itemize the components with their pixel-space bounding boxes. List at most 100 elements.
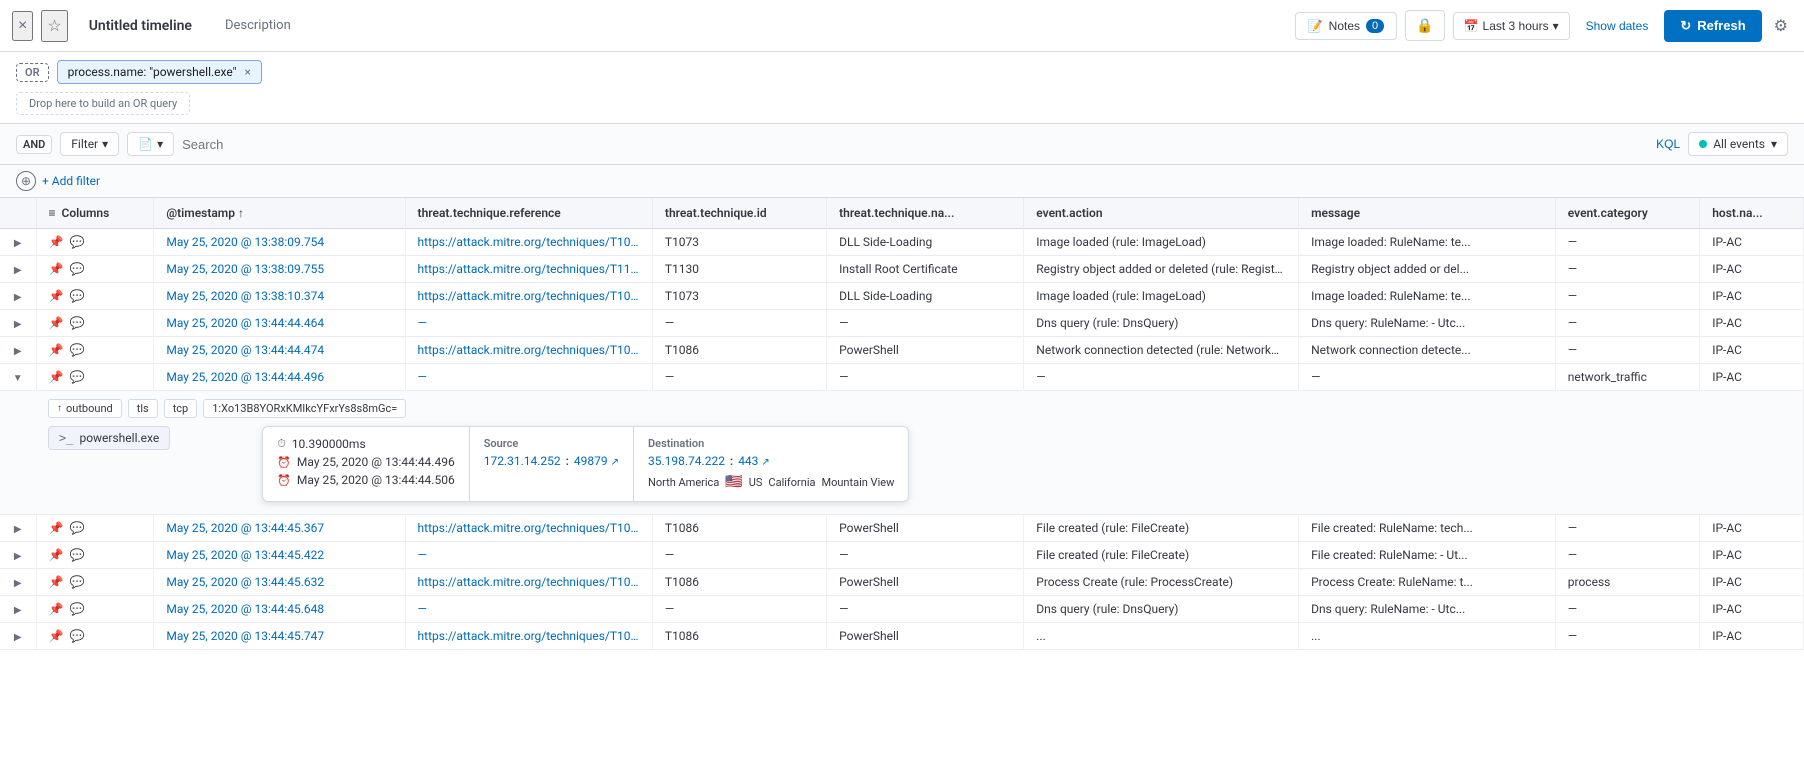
row-expand-button[interactable]: ▶ (14, 551, 22, 562)
table-container: ≡ Columns @timestamp ↑ threat.technique.… (0, 198, 1804, 758)
cell-host: IP-AC (1700, 364, 1804, 391)
col-event-cat[interactable]: event.category (1555, 198, 1699, 229)
row-expand-button[interactable]: ▶ (14, 578, 22, 589)
row-expand-button[interactable]: ▶ (14, 292, 22, 303)
row-comment-button[interactable]: 💬 (69, 629, 84, 643)
col-host[interactable]: host.na... (1700, 198, 1804, 229)
time2-value: May 25, 2020 @ 13:44:44.506 (297, 473, 455, 487)
cell-threat-name: PowerShell (827, 515, 1024, 542)
close-button[interactable]: × (12, 11, 33, 41)
search-input[interactable] (182, 137, 1648, 152)
cell-event-cat: — (1555, 229, 1699, 256)
notes-button[interactable]: 📝 Notes 0 (1295, 12, 1397, 40)
tag-row: ↑ outbound tls tcp 1:Xo13B8YORxKMIkcYFxr… (48, 399, 1791, 418)
cell-event-action: Network connection detected (rule: Netwo… (1024, 337, 1299, 364)
row-expand-button[interactable]: ▶ (14, 632, 22, 643)
timeline-description[interactable]: Description (213, 12, 303, 39)
or-badge[interactable]: OR (16, 63, 49, 82)
dest-external-icon: ↗ (761, 457, 769, 468)
cell-host: IP-AC (1700, 283, 1804, 310)
cell-event-cat: — (1555, 256, 1699, 283)
cell-threat-id: T1073 (652, 229, 826, 256)
col-threat-name[interactable]: threat.technique.na... (827, 198, 1024, 229)
row-pin-button[interactable]: 📌 (49, 602, 64, 616)
chip-close-button[interactable]: × (244, 65, 250, 79)
source-external-icon: ↗ (611, 457, 619, 468)
row-pin-button[interactable]: 📌 (49, 575, 64, 589)
col-threat-id[interactable]: threat.technique.id (652, 198, 826, 229)
add-filter-button[interactable]: + Add filter (42, 174, 100, 188)
cell-event-action: — (1024, 364, 1299, 391)
cell-message: Process Create: RuleName: t... (1299, 569, 1556, 596)
favorite-button[interactable]: ☆ (41, 10, 67, 42)
cell-event-action: Image loaded (rule: ImageLoad) (1024, 229, 1299, 256)
row-pin-button[interactable]: 📌 (49, 629, 64, 643)
clock-icon: ⏱ (277, 437, 286, 451)
row-comment-button[interactable]: 💬 (69, 548, 84, 562)
cell-threat-id: — (652, 310, 826, 337)
refresh-label: Refresh (1697, 18, 1745, 33)
lock-button[interactable]: 🔒 (1405, 10, 1444, 41)
filter-label: Filter (71, 137, 98, 151)
col-threat-ref[interactable]: threat.technique.reference (405, 198, 652, 229)
cell-event-action: Registry object added or deleted (rule: … (1024, 256, 1299, 283)
dest-ip-link[interactable]: 35.198.74.222 (648, 454, 725, 468)
row-expand-button[interactable]: ▶ (14, 605, 22, 616)
and-badge: AND (16, 135, 52, 154)
clock-start-icon: ⏰ (277, 456, 291, 469)
row-pin-button[interactable]: 📌 (49, 289, 64, 303)
show-dates-button[interactable]: Show dates (1578, 13, 1657, 39)
add-filter-circle-icon[interactable]: ⊕ (16, 171, 36, 191)
row-expand-button[interactable]: ▶ (14, 238, 22, 249)
notes-label: Notes (1329, 19, 1360, 33)
row-comment-button[interactable]: 💬 (69, 575, 84, 589)
row-pin-button[interactable]: 📌 (49, 548, 64, 562)
row-pin-button[interactable]: 📌 (49, 316, 64, 330)
source-port-link[interactable]: 49879 (574, 454, 608, 468)
col-message[interactable]: message (1299, 198, 1556, 229)
filter-dropdown[interactable]: Filter ▾ (60, 132, 119, 156)
row-pin-button[interactable]: 📌 (49, 521, 64, 535)
row-comment-button[interactable]: 💬 (69, 235, 84, 249)
cell-event-cat: — (1555, 337, 1699, 364)
filter-area: OR process.name: "powershell.exe" × Drop… (0, 52, 1804, 124)
all-events-button[interactable]: All events ▾ (1688, 132, 1788, 156)
row-comment-button[interactable]: 💬 (69, 262, 84, 276)
row-comment-button[interactable]: 💬 (69, 521, 84, 535)
settings-button[interactable]: ⚙ (1770, 12, 1792, 40)
doc-type-button[interactable]: 📄 ▾ (127, 132, 174, 156)
row-pin-button[interactable]: 📌 (49, 262, 64, 276)
row-pin-button[interactable]: 📌 (49, 343, 64, 357)
columns-label[interactable]: Columns (62, 206, 110, 220)
row-comment-button[interactable]: 💬 (69, 316, 84, 330)
row-expand-button[interactable]: ▶ (14, 265, 22, 276)
refresh-button[interactable]: ↻ Refresh (1664, 10, 1761, 42)
row-pin-button[interactable]: 📌 (49, 370, 64, 384)
cell-threat-id: — (652, 596, 826, 623)
row-comment-button[interactable]: 💬 (69, 602, 84, 616)
geo-tags: North America 🇺🇸 US California Mountain … (648, 474, 894, 490)
row-expand-button[interactable]: ▶ (14, 524, 22, 535)
cell-message: Dns query: RuleName: - Utc... (1299, 310, 1556, 337)
cell-threat-name: — (827, 542, 1024, 569)
row-comment-button[interactable]: 💬 (69, 343, 84, 357)
cell-threat-name: PowerShell (827, 337, 1024, 364)
geo-country: US (749, 476, 763, 489)
row-expand-button[interactable]: ▶ (14, 319, 22, 330)
row-comment-button[interactable]: 💬 (69, 289, 84, 303)
time-range-button[interactable]: 📅 Last 3 hours ▾ (1453, 12, 1570, 40)
row-pin-button[interactable]: 📌 (49, 235, 64, 249)
dest-port-link[interactable]: 443 (738, 454, 758, 468)
kql-button[interactable]: KQL (1656, 137, 1680, 151)
tooltip-panel: ⏱ 10.390000ms ⏰ May 25, 2020 @ 13:44:44.… (262, 426, 909, 502)
row-expand-button[interactable]: ▶ (14, 346, 22, 357)
chip-value: process.name: "powershell.exe" (68, 65, 237, 79)
source-ip-link[interactable]: 172.31.14.252 (484, 454, 561, 468)
row-expand-button[interactable]: ▼ (13, 373, 23, 384)
timeline-title[interactable]: Untitled timeline (76, 11, 205, 41)
col-timestamp[interactable]: @timestamp ↑ (154, 198, 405, 229)
col-event-action[interactable]: event.action (1024, 198, 1299, 229)
table-row: ▶ 📌 💬 May 25, 2020 @ 13:44:45.632 https:… (0, 569, 1804, 596)
row-comment-button[interactable]: 💬 (69, 370, 84, 384)
cell-threat-name: DLL Side-Loading (827, 283, 1024, 310)
